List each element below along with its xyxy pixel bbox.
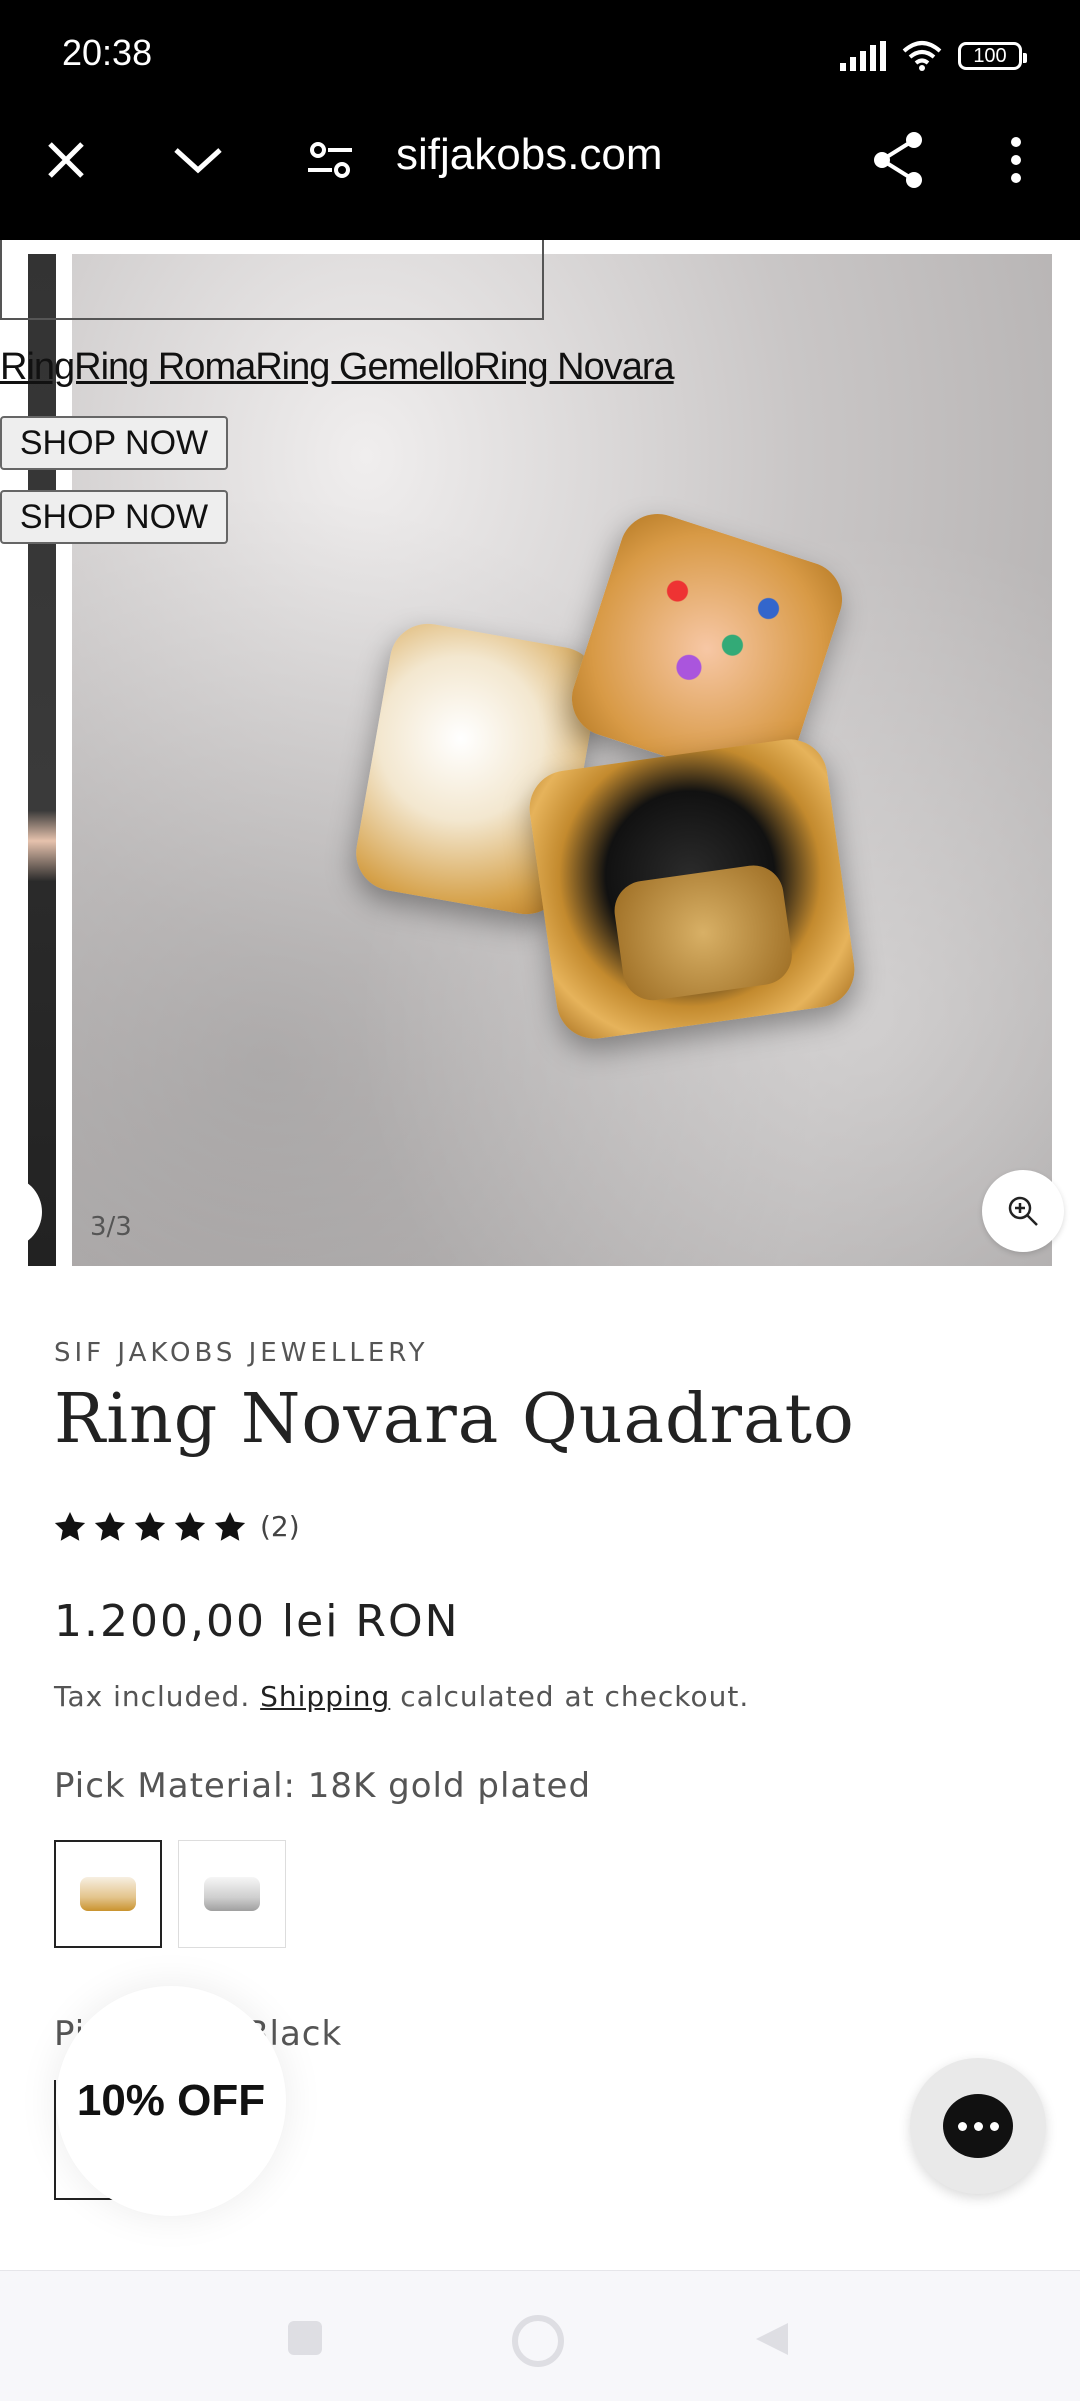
material-swatch-gold[interactable] (54, 1840, 162, 1948)
close-icon (48, 142, 84, 178)
product-gallery[interactable]: RingRing RomaRing GemelloRing Novara SHO… (0, 240, 1080, 1270)
material-swatch-silver[interactable] (178, 1840, 286, 1948)
tune-icon (308, 142, 352, 178)
overlapping-product-links[interactable]: RingRing RomaRing GemelloRing Novara (0, 346, 675, 389)
star-icon (134, 1511, 166, 1541)
more-menu-button[interactable] (984, 128, 1048, 192)
battery-icon: 100 (958, 42, 1027, 70)
star-icon (214, 1511, 246, 1541)
chat-icon (943, 2094, 1013, 2158)
status-time: 20:38 (62, 32, 153, 73)
product-title: Ring Novara Quadrato (54, 1380, 855, 1459)
slide-counter: 3/3 (90, 1212, 132, 1242)
more-vert-icon (1011, 137, 1021, 183)
browser-top-bar: 20:38 100 sifjakobs.com (0, 0, 1080, 240)
discount-popup-button[interactable]: 10% OFF (56, 1986, 286, 2216)
rating[interactable]: (2) (54, 1510, 300, 1543)
shop-now-button-1[interactable]: SHOP NOW (0, 416, 228, 470)
url-text[interactable]: sifjakobs.com (396, 130, 663, 180)
shop-now-button-2[interactable]: SHOP NOW (0, 490, 228, 544)
recents-button[interactable] (286, 2319, 324, 2361)
status-icons: 100 (840, 36, 1027, 76)
triangle-back-icon (756, 2323, 788, 2355)
square-icon (288, 2321, 322, 2355)
tax-note: Tax included. Shipping calculated at che… (54, 1680, 750, 1713)
chat-button[interactable] (910, 2058, 1046, 2194)
close-tab-button[interactable] (34, 128, 98, 192)
brand-name: SIF JAKOBS JEWELLERY (54, 1338, 429, 1368)
circle-icon (512, 2315, 564, 2367)
previous-slide-preview[interactable] (28, 254, 56, 1266)
star-icon (174, 1511, 206, 1541)
system-nav-bar (0, 2270, 1080, 2401)
home-button[interactable] (510, 2313, 566, 2373)
zoom-in-icon (1008, 1196, 1038, 1226)
silver-ring-thumbnail (204, 1877, 260, 1911)
share-icon (874, 132, 922, 188)
overlay-empty-box (0, 240, 544, 320)
back-button[interactable] (752, 2319, 792, 2363)
minimize-button[interactable] (166, 128, 230, 192)
star-icon (94, 1511, 126, 1541)
product-price: 1.200,00 lei RON (54, 1596, 460, 1647)
chevron-down-icon (174, 148, 222, 174)
ring-black-stones (524, 734, 860, 1044)
star-icon (54, 1511, 86, 1541)
zoom-button[interactable] (982, 1170, 1064, 1252)
material-label: Pick Material: 18K gold plated (54, 1766, 592, 1806)
site-settings-button[interactable] (298, 128, 362, 192)
product-photo[interactable] (72, 254, 1052, 1266)
share-button[interactable] (866, 128, 930, 192)
gold-ring-thumbnail (80, 1877, 136, 1911)
wifi-icon (902, 41, 942, 71)
shipping-link[interactable]: Shipping (260, 1680, 390, 1713)
signal-icon (840, 41, 886, 71)
review-count[interactable]: (2) (260, 1510, 300, 1543)
